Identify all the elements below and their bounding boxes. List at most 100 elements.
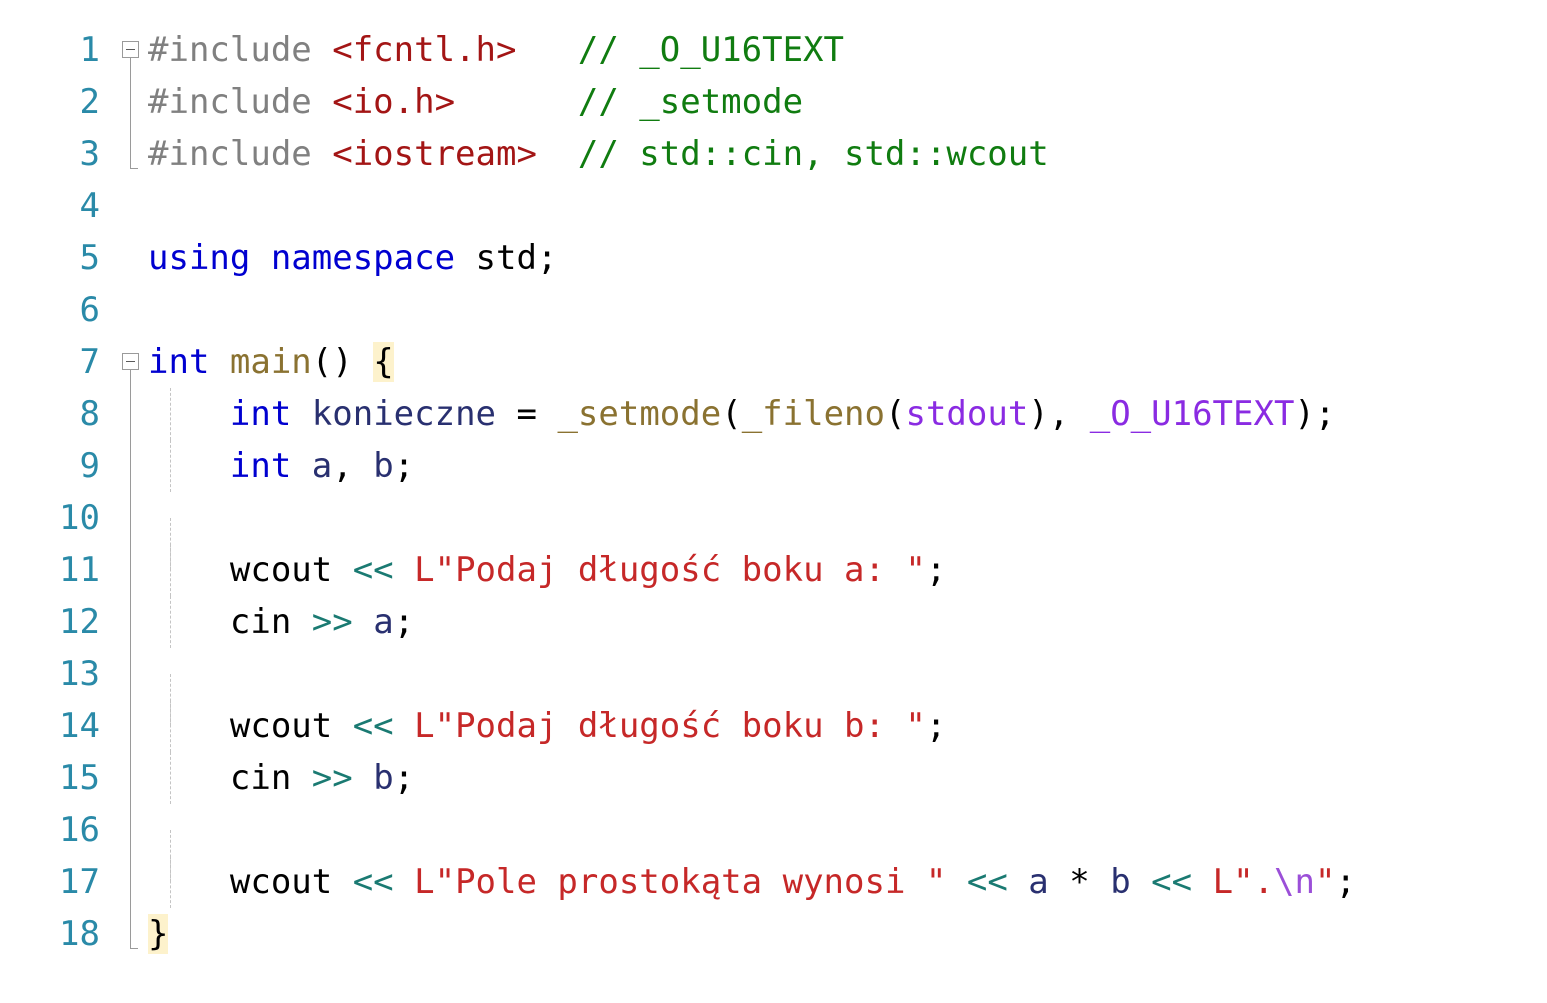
- code-line-text[interactable]: #include <iostream> // std::cin, std::wc…: [148, 128, 1547, 180]
- fold-range-line: [130, 58, 131, 76]
- code-line-text[interactable]: using namespace std;: [148, 232, 1547, 284]
- token-header: <iostream>: [332, 134, 537, 174]
- token-func: _setmode: [557, 394, 722, 434]
- token-plain: ;: [393, 602, 415, 642]
- code-line[interactable]: 14 wcout << L"Podaj długość boku b: ";: [0, 700, 1547, 752]
- code-line[interactable]: 6: [0, 284, 1547, 336]
- indent-guide: [170, 752, 171, 804]
- token-plain: ,: [332, 446, 374, 486]
- code-line[interactable]: 1 #include <fcntl.h> // _O_U16TEXT: [0, 24, 1547, 76]
- token-plain: wcout: [148, 706, 353, 746]
- token-preproc: #include: [148, 134, 333, 174]
- token-comment: // std::cin, std::wcout: [577, 134, 1049, 174]
- token-macro: _O_U16TEXT: [1089, 394, 1295, 434]
- fold-gutter-cell[interactable]: [100, 128, 148, 180]
- code-line-text[interactable]: int main() {: [148, 336, 1547, 388]
- indent-guide: [170, 856, 171, 908]
- collapse-minus-box-icon[interactable]: [122, 41, 139, 58]
- token-ident: a: [373, 602, 394, 642]
- code-line-text[interactable]: int konieczne = _setmode(_fileno(stdout)…: [148, 388, 1547, 440]
- code-line[interactable]: 4: [0, 180, 1547, 232]
- fold-gutter-cell[interactable]: [100, 856, 148, 908]
- indent-guide: [170, 388, 171, 440]
- fold-range-line: [130, 856, 131, 908]
- token-plain: ;: [1335, 862, 1356, 902]
- fold-gutter-cell[interactable]: [100, 700, 148, 752]
- token-keyword: using namespace: [148, 238, 476, 278]
- code-line[interactable]: 18}: [0, 908, 1547, 960]
- fold-gutter-cell[interactable]: [100, 180, 148, 232]
- line-number: 14: [59, 706, 100, 746]
- token-header: <fcntl.h>: [332, 30, 517, 70]
- code-line-text[interactable]: #include <io.h> // _setmode: [148, 76, 1547, 128]
- fold-range-line: [130, 596, 131, 648]
- line-number: 10: [59, 498, 100, 538]
- code-line-text[interactable]: #include <fcntl.h> // _O_U16TEXT: [148, 24, 1547, 76]
- code-line[interactable]: 12 cin >> a;: [0, 596, 1547, 648]
- token-plain: wcout: [148, 862, 353, 902]
- code-line[interactable]: 5 using namespace std;: [0, 232, 1547, 284]
- code-line-text[interactable]: wcout << L"Podaj długość boku a: ";: [148, 544, 1547, 596]
- code-line[interactable]: 13: [0, 648, 1547, 726]
- fold-gutter-cell[interactable]: [100, 596, 148, 648]
- fold-gutter-cell[interactable]: [100, 492, 148, 544]
- code-line-text[interactable]: cin >> b;: [148, 752, 1547, 804]
- line-number: 6: [79, 290, 100, 330]
- fold-gutter-cell[interactable]: [100, 752, 148, 804]
- fold-gutter-cell[interactable]: [100, 232, 148, 284]
- fold-gutter-cell[interactable]: [100, 388, 148, 440]
- code-line[interactable]: 2 #include <io.h> // _setmode: [0, 76, 1547, 128]
- fold-gutter-cell[interactable]: [100, 440, 148, 492]
- fold-gutter-cell[interactable]: [100, 24, 148, 76]
- token-operator: <<: [966, 862, 1008, 902]
- token-operator: <<: [352, 706, 394, 746]
- code-line[interactable]: 11 wcout << L"Podaj długość boku a: ";: [0, 544, 1547, 596]
- code-line[interactable]: 15 cin >> b;: [0, 752, 1547, 804]
- code-editor[interactable]: 1 #include <fcntl.h> // _O_U16TEXT 2 #inclu…: [0, 0, 1547, 1003]
- line-number: 11: [59, 550, 100, 590]
- code-lines-container[interactable]: 1 #include <fcntl.h> // _O_U16TEXT 2 #inclu…: [0, 0, 1547, 960]
- token-plain: (: [721, 394, 742, 434]
- code-line[interactable]: 9 int a, b;: [0, 440, 1547, 492]
- fold-range-line: [130, 700, 131, 752]
- code-line-text[interactable]: wcout << L"Pole prostokąta wynosi " << a…: [148, 856, 1547, 908]
- fold-gutter-cell[interactable]: [100, 544, 148, 596]
- token-string: L"Podaj długość boku b: ": [414, 706, 926, 746]
- token-plain: ;: [393, 446, 415, 486]
- code-line-text[interactable]: wcout << L"Podaj długość boku b: ";: [148, 700, 1547, 752]
- fold-gutter-cell[interactable]: [100, 804, 148, 856]
- code-line[interactable]: 7 int main() {: [0, 336, 1547, 388]
- fold-gutter-cell[interactable]: [100, 648, 148, 700]
- fold-gutter-cell[interactable]: [100, 336, 148, 388]
- token-plain: );: [1294, 394, 1336, 434]
- code-line[interactable]: 3 #include <iostream> // std::cin, std::w…: [0, 128, 1547, 180]
- code-line[interactable]: 10: [0, 492, 1547, 570]
- code-line-text[interactable]: int a, b;: [148, 440, 1547, 492]
- token-header: <io.h>: [332, 82, 456, 122]
- line-number: 15: [59, 758, 100, 798]
- token-operator: >>: [311, 758, 353, 798]
- code-line[interactable]: 8 int konieczne = _setmode(_fileno(stdou…: [0, 388, 1547, 440]
- code-line-text[interactable]: }: [148, 908, 1547, 960]
- token-plain: cin: [148, 758, 312, 798]
- line-number: 13: [59, 654, 100, 694]
- fold-range-line: [130, 492, 131, 544]
- fold-gutter-cell[interactable]: [100, 76, 148, 128]
- token-string: ": [1314, 862, 1336, 902]
- fold-gutter-cell[interactable]: [100, 284, 148, 336]
- code-line[interactable]: 16: [0, 804, 1547, 882]
- code-line-text[interactable]: cin >> a;: [148, 596, 1547, 648]
- code-line[interactable]: 17 wcout << L"Pole prostokąta wynosi " <…: [0, 856, 1547, 908]
- fold-gutter-cell[interactable]: [100, 908, 148, 960]
- token-operator: <<: [1151, 862, 1193, 902]
- collapse-minus-box-icon[interactable]: [122, 353, 139, 370]
- line-number: 4: [79, 186, 100, 226]
